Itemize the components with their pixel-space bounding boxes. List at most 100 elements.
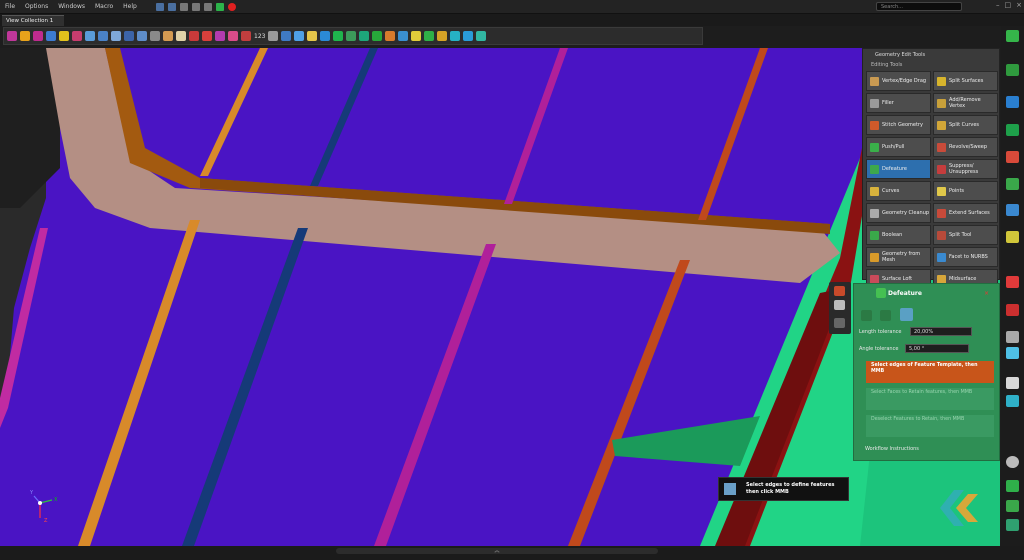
tool-icon[interactable] — [124, 31, 134, 41]
tool-icon[interactable] — [424, 31, 435, 41]
tool-icon[interactable] — [834, 286, 845, 296]
tool-icon[interactable] — [281, 31, 292, 41]
tool-icon[interactable] — [1006, 96, 1019, 108]
tool-icon[interactable] — [1006, 500, 1019, 512]
tool-points[interactable]: Points — [933, 181, 998, 201]
tool-icon[interactable] — [228, 31, 238, 41]
minimize-icon[interactable]: – — [996, 1, 1000, 9]
record-icon[interactable] — [227, 2, 236, 11]
tool-icon[interactable] — [385, 31, 396, 41]
print-icon[interactable] — [203, 2, 212, 11]
tool-icon[interactable] — [33, 31, 43, 41]
tool-icon[interactable] — [1006, 395, 1019, 407]
tool-boolean[interactable]: Boolean — [866, 225, 931, 245]
tab-view-collection[interactable]: View Collection 1 — [2, 15, 64, 26]
tool-icon[interactable] — [137, 31, 147, 41]
tool-defeature[interactable]: Defeature — [866, 159, 931, 179]
tool-icon[interactable] — [1006, 30, 1019, 42]
tool-split-tool[interactable]: Split Tool — [933, 225, 998, 245]
tool-icon[interactable] — [111, 31, 121, 41]
tool-icon[interactable] — [333, 31, 344, 41]
close-icon[interactable]: × — [984, 290, 989, 297]
angle-tolerance-input[interactable]: 5,00 ° — [905, 344, 969, 353]
tool-icon[interactable] — [72, 31, 82, 41]
tool-split-curves[interactable]: Split Curves — [933, 115, 998, 135]
tool-icon[interactable] — [476, 31, 487, 41]
number-label[interactable]: 123 — [254, 33, 265, 40]
tool-icon[interactable] — [46, 31, 56, 41]
tool-icon[interactable] — [411, 31, 422, 41]
tool-icon[interactable] — [437, 31, 448, 41]
tool-icon[interactable] — [1006, 347, 1019, 359]
tool-geometry-from-mesh[interactable]: Geometry from Mesh — [866, 247, 931, 267]
undo-icon[interactable] — [155, 2, 164, 11]
length-tolerance-input[interactable]: 20,00% — [910, 327, 972, 336]
tool-curves[interactable]: Curves — [866, 181, 931, 201]
tool-icon[interactable] — [7, 31, 17, 41]
editing-tools-header[interactable]: Editing Tools — [863, 61, 999, 69]
tool-icon[interactable] — [1006, 276, 1019, 288]
tool-icon[interactable] — [834, 318, 845, 328]
menu-macro[interactable]: Macro — [90, 3, 118, 10]
menu-file[interactable]: File — [0, 3, 20, 10]
tool-icon[interactable] — [1006, 178, 1019, 190]
tool-icon[interactable] — [359, 31, 370, 41]
tool-icon[interactable] — [59, 31, 69, 41]
play-icon[interactable] — [215, 2, 224, 11]
tool-icon[interactable] — [268, 31, 279, 41]
tool-icon[interactable] — [1006, 204, 1019, 216]
workflow-step-2[interactable]: Select Faces to Retain features, then MM… — [866, 388, 994, 410]
tool-split-surfaces[interactable]: Split Surfaces — [933, 71, 998, 91]
tool-vertex-edge-drag[interactable]: Vertex/Edge Drag — [866, 71, 931, 91]
tool-icon[interactable] — [189, 31, 199, 41]
tool-icon[interactable] — [1006, 456, 1019, 468]
tool-icon[interactable] — [1006, 124, 1019, 136]
tool-icon[interactable] — [176, 31, 186, 41]
tool-icon[interactable] — [1006, 151, 1019, 163]
tool-icon[interactable] — [320, 31, 331, 41]
tool-icon[interactable] — [398, 31, 409, 41]
tool-extend-surfaces[interactable]: Extend Surfaces — [933, 203, 998, 223]
tool-add-remove-vertex[interactable]: Add/Remove Vertex — [933, 93, 998, 113]
tool-icon[interactable] — [463, 31, 474, 41]
tool-icon[interactable] — [215, 31, 225, 41]
workflow-step-3[interactable]: Deselect Features to Retain, then MMB — [866, 415, 994, 437]
tool-icon[interactable] — [1006, 304, 1019, 316]
tool-revolve-sweep[interactable]: Revolve/Sweep — [933, 137, 998, 157]
maximize-icon[interactable]: □ — [1005, 1, 1012, 9]
menu-options[interactable]: Options — [20, 3, 53, 10]
panel-expand-handle[interactable]: ︽ — [336, 548, 658, 554]
menu-help[interactable]: Help — [118, 3, 142, 10]
tool-icon[interactable] — [1006, 519, 1019, 531]
mode-icon[interactable] — [900, 308, 913, 321]
tool-push-pull[interactable]: Push/Pull — [866, 137, 931, 157]
tool-icon[interactable] — [202, 31, 212, 41]
mode-icon[interactable] — [880, 310, 891, 321]
workflow-step-1[interactable]: Select edges of Feature Template, then M… — [866, 361, 994, 383]
tool-icon[interactable] — [20, 31, 30, 41]
tool-icon[interactable] — [294, 31, 305, 41]
search-input[interactable]: Search... — [876, 2, 962, 11]
tool-geometry-cleanup[interactable]: Geometry Cleanup — [866, 203, 931, 223]
tool-icon[interactable] — [241, 31, 251, 41]
tool-suppress-unsuppress[interactable]: Suppress/ Unsuppress — [933, 159, 998, 179]
tool-icon[interactable] — [163, 31, 173, 41]
open-icon[interactable] — [179, 2, 188, 11]
tool-icon[interactable] — [372, 31, 383, 41]
tool-stitch-geometry[interactable]: Stitch Geometry — [866, 115, 931, 135]
tool-icon[interactable] — [346, 31, 357, 41]
tool-icon[interactable] — [1006, 331, 1019, 343]
mode-icon[interactable] — [861, 310, 872, 321]
tool-icon[interactable] — [98, 31, 108, 41]
tool-icon[interactable] — [307, 31, 318, 41]
tool-icon[interactable] — [450, 31, 461, 41]
tool-icon[interactable] — [85, 31, 95, 41]
tool-icon[interactable] — [834, 300, 845, 310]
redo-icon[interactable] — [167, 2, 176, 11]
tool-icon[interactable] — [150, 31, 160, 41]
tool-filler[interactable]: Filler — [866, 93, 931, 113]
workflow-instructions-toggle[interactable]: Workflow Instructions — [865, 446, 919, 452]
tool-icon[interactable] — [1006, 377, 1019, 389]
tool-icon[interactable] — [1006, 231, 1019, 243]
save-icon[interactable] — [191, 2, 200, 11]
